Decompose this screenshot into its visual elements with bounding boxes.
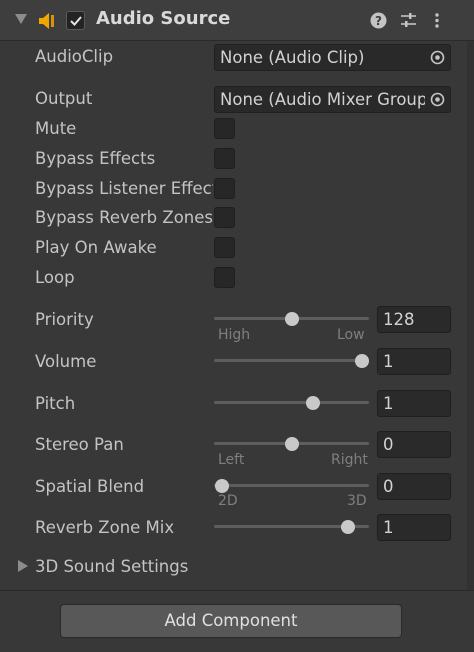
mute-label: Mute	[35, 119, 77, 138]
priority-min-label: High	[218, 327, 251, 343]
mute-checkbox[interactable]	[214, 118, 235, 139]
output-field[interactable]: None (Audio Mixer Group)	[214, 86, 451, 113]
spatial-blend-min-label: 2D	[218, 493, 238, 509]
reverb-zone-mix-slider-thumb[interactable]	[341, 520, 355, 534]
play-on-awake-checkbox[interactable]	[214, 237, 235, 258]
audio-clip-field[interactable]: None (Audio Clip)	[214, 44, 451, 71]
object-picker-button[interactable]	[425, 87, 450, 112]
pitch-slider-track[interactable]	[214, 401, 369, 404]
stereo-pan-slider-thumb[interactable]	[285, 437, 299, 451]
output-label: Output	[35, 89, 93, 108]
volume-slider-track[interactable]	[214, 359, 369, 362]
preset-icon[interactable]	[400, 12, 417, 29]
priority-input[interactable]: 128	[377, 306, 451, 333]
svg-text:?: ?	[375, 14, 382, 28]
stereo-pan-max-label: Right	[331, 452, 368, 468]
bypass-effects-label: Bypass Effects	[35, 149, 156, 168]
scrollbar[interactable]	[467, 0, 474, 651]
context-menu-icon[interactable]	[433, 12, 441, 29]
loop-checkbox[interactable]	[214, 267, 235, 288]
reverb-zone-mix-label: Reverb Zone Mix	[35, 518, 175, 537]
object-picker-button[interactable]	[425, 45, 450, 70]
bypass-reverb-zones-checkbox[interactable]	[214, 207, 235, 228]
audio-clip-value: None (Audio Clip)	[220, 48, 365, 67]
target-icon	[430, 50, 445, 65]
bypass-listener-effects-checkbox[interactable]	[214, 178, 235, 199]
priority-slider-thumb[interactable]	[285, 312, 299, 326]
checkmark-icon	[70, 16, 82, 26]
spatial-blend-input[interactable]: 0	[377, 473, 451, 500]
fold-right-icon[interactable]	[18, 560, 28, 572]
component-title: Audio Source	[96, 8, 231, 29]
stereo-pan-input[interactable]: 0	[377, 431, 451, 458]
volume-label: Volume	[35, 352, 97, 371]
play-on-awake-label: Play On Awake	[35, 238, 157, 257]
priority-label: Priority	[35, 310, 94, 329]
volume-slider-thumb[interactable]	[355, 354, 369, 368]
spatial-blend-label: Spatial Blend	[35, 477, 145, 496]
add-component-button[interactable]: Add Component	[60, 604, 402, 638]
bypass-listener-effects-label: Bypass Listener Effects	[35, 179, 213, 198]
pitch-slider-thumb[interactable]	[306, 396, 320, 410]
component-header: Audio Source ?	[0, 0, 474, 41]
volume-input[interactable]: 1	[377, 348, 451, 375]
help-icon[interactable]: ?	[370, 12, 387, 29]
priority-max-label: Low	[337, 327, 365, 343]
3d-sound-settings-foldout[interactable]: 3D Sound Settings	[35, 557, 188, 576]
stereo-pan-label: Stereo Pan	[35, 435, 124, 454]
fold-down-icon[interactable]	[15, 14, 27, 24]
spatial-blend-max-label: 3D	[347, 493, 367, 509]
pitch-input[interactable]: 1	[377, 390, 451, 417]
component-enable-checkbox[interactable]	[66, 11, 85, 30]
loop-label: Loop	[35, 268, 75, 287]
audio-source-icon	[39, 13, 54, 29]
reverb-zone-mix-input[interactable]: 1	[377, 514, 451, 541]
audio-clip-label: AudioClip	[35, 47, 114, 66]
target-icon	[430, 92, 445, 107]
bypass-reverb-zones-label: Bypass Reverb Zones	[35, 208, 213, 227]
stereo-pan-min-label: Left	[218, 452, 245, 468]
bypass-effects-checkbox[interactable]	[214, 148, 235, 169]
pitch-label: Pitch	[35, 394, 76, 413]
output-value: None (Audio Mixer Group)	[220, 90, 434, 109]
spatial-blend-slider-track[interactable]	[214, 484, 369, 487]
spatial-blend-slider-thumb[interactable]	[215, 479, 229, 493]
